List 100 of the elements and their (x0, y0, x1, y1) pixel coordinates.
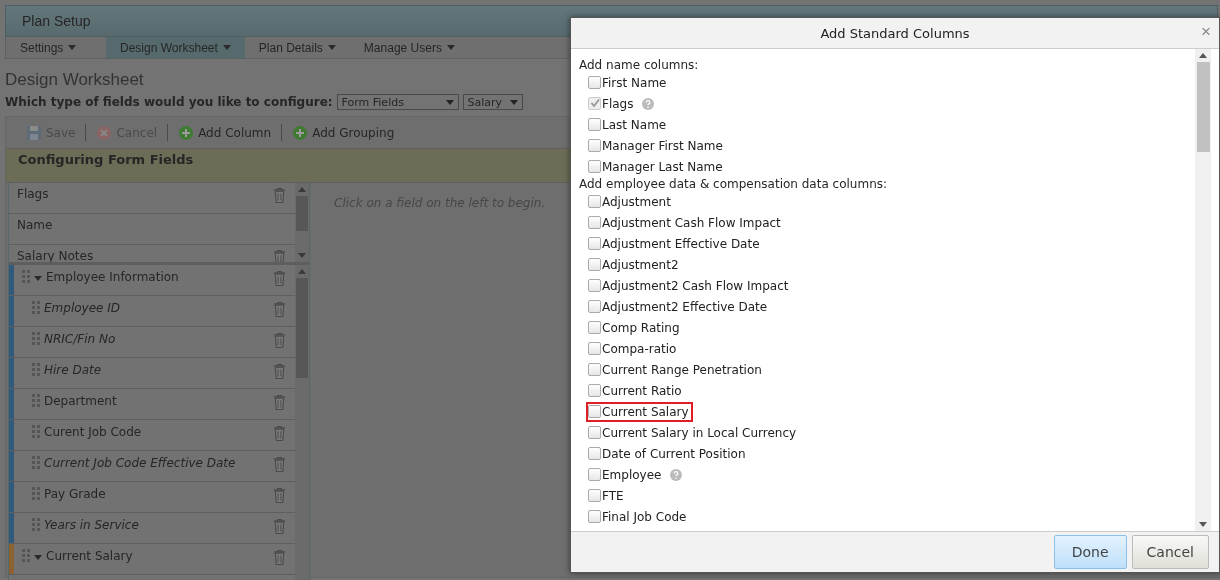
checkbox[interactable] (588, 159, 601, 173)
field-row[interactable]: Curent Job Code (9, 420, 295, 451)
drag-handle-icon[interactable] (32, 363, 40, 377)
trash-icon[interactable] (272, 270, 287, 287)
nav-menu-tab[interactable]: Design Worksheet (106, 37, 245, 58)
field-row[interactable]: Department (9, 389, 295, 420)
column-checkbox[interactable]: First Name (586, 72, 671, 93)
column-checkbox[interactable]: Last Name (586, 114, 671, 135)
field-row[interactable]: Current Job Code Effective Date (9, 451, 295, 482)
column-checkbox[interactable]: Current Salary (586, 401, 693, 422)
column-checkbox[interactable]: Compa-ratio (586, 338, 681, 359)
nav-menu-tab[interactable]: Manage Users (349, 37, 469, 58)
trash-icon[interactable] (272, 518, 287, 535)
page-title: Design Worksheet (5, 70, 144, 90)
checkbox[interactable] (588, 446, 601, 460)
scroll-up-icon[interactable] (1199, 53, 1207, 58)
checkbox[interactable] (588, 488, 601, 502)
trash-icon[interactable] (272, 394, 287, 411)
field-row[interactable]: Flags (9, 183, 295, 214)
column-checkbox[interactable]: Adjustment Cash Flow Impact (586, 212, 785, 233)
checkbox[interactable] (588, 362, 601, 376)
field-row[interactable]: Name (9, 214, 295, 245)
plan-dropdown[interactable]: Salary (462, 94, 524, 110)
toolbar-button[interactable]: Add Grouping (290, 124, 397, 141)
add-icon (292, 124, 309, 141)
save-icon (26, 124, 42, 141)
column-checkbox[interactable]: Adjustment Effective Date (586, 233, 764, 254)
toolbar-button[interactable]: Add Column (176, 124, 274, 141)
checkbox[interactable] (588, 404, 601, 418)
checkbox[interactable] (588, 509, 601, 523)
nav-menu-tab[interactable]: Settings (6, 37, 106, 58)
scrollbar-thumb[interactable] (296, 278, 308, 378)
drag-handle-icon[interactable] (22, 270, 30, 284)
column-checkbox[interactable]: Current Range Penetration (586, 359, 766, 380)
trash-icon[interactable] (272, 425, 287, 442)
trash-icon[interactable] (272, 187, 287, 204)
column-checkbox[interactable]: Adjustment2 Cash Flow Impact (586, 275, 793, 296)
nav-menu-tab[interactable]: Plan Details (244, 37, 350, 58)
field-label: Salary Notes (17, 249, 95, 262)
column-checkbox[interactable]: Current Salary in Local Currency (586, 422, 801, 443)
trash-icon[interactable] (272, 301, 287, 318)
checkbox[interactable] (588, 278, 601, 292)
field-row[interactable]: Years in Service (9, 513, 295, 544)
group-row[interactable]: Employee Information (9, 265, 295, 296)
help-icon[interactable] (670, 468, 683, 481)
checkbox[interactable] (588, 467, 601, 481)
checkbox[interactable] (588, 117, 601, 131)
column-checkbox[interactable]: Current Ratio (586, 380, 686, 401)
drag-handle-icon[interactable] (32, 425, 40, 439)
trash-icon[interactable] (272, 249, 287, 262)
checkbox[interactable] (588, 257, 601, 271)
field-row[interactable]: Employee ID (9, 296, 295, 327)
group-row[interactable]: Current Salary (9, 544, 295, 575)
trash-icon[interactable] (272, 363, 287, 380)
checkbox[interactable] (588, 299, 601, 313)
trash-icon[interactable] (272, 487, 287, 504)
drag-handle-icon[interactable] (32, 394, 40, 408)
drag-handle-icon[interactable] (32, 518, 40, 532)
drag-handle-icon[interactable] (32, 456, 40, 470)
column-checkbox[interactable]: Adjustment (586, 191, 675, 212)
checkbox[interactable] (588, 425, 601, 439)
field-row[interactable]: NRIC/Fin No (9, 327, 295, 358)
checkbox[interactable] (588, 236, 601, 250)
drag-handle-icon[interactable] (32, 301, 40, 315)
field-label: Years in Service (44, 518, 140, 532)
column-checkbox[interactable]: Adjustment2 (586, 254, 683, 275)
checkbox[interactable] (588, 215, 601, 229)
column-checkbox[interactable]: Final Job Code (586, 506, 691, 527)
checkbox[interactable] (588, 194, 601, 208)
field-row[interactable]: Pay Grade (9, 482, 295, 513)
group-label: Employee Information (46, 270, 180, 284)
dialog-button[interactable]: Done (1053, 535, 1127, 569)
drag-handle-icon[interactable] (32, 332, 40, 346)
trash-icon[interactable] (272, 549, 287, 566)
column-checkbox[interactable]: FTE (586, 485, 628, 506)
field-row[interactable]: Hire Date (9, 358, 295, 389)
trash-icon[interactable] (272, 456, 287, 473)
checkbox[interactable] (588, 320, 601, 334)
scrollbar-thumb[interactable] (1196, 62, 1210, 152)
drag-handle-icon[interactable] (32, 487, 40, 501)
trash-icon[interactable] (272, 332, 287, 349)
column-checkbox[interactable]: Date of Current Position (586, 443, 750, 464)
field-type-label: Which type of fields would you like to configure: (5, 95, 333, 109)
field-type-dropdown[interactable]: Form Fields (336, 94, 459, 110)
field-label: Employee ID (44, 301, 122, 315)
close-button[interactable]: × (1199, 23, 1213, 41)
checkbox[interactable] (588, 341, 601, 355)
column-checkbox[interactable]: Comp Rating (586, 317, 684, 338)
checkbox[interactable] (588, 75, 601, 89)
checkbox[interactable] (588, 138, 601, 152)
dialog-button[interactable]: Cancel (1131, 535, 1209, 569)
column-checkbox[interactable]: Employee (586, 464, 666, 485)
column-checkbox[interactable]: Adjustment2 Effective Date (586, 296, 772, 317)
scrollbar-thumb[interactable] (296, 196, 308, 231)
checkbox[interactable] (588, 383, 601, 397)
scrollbar[interactable] (1195, 49, 1211, 531)
drag-handle-icon[interactable] (22, 549, 30, 563)
column-checkbox[interactable]: Manager Last Name (586, 156, 727, 177)
scrollbar[interactable] (295, 183, 309, 262)
scrollbar[interactable] (295, 265, 309, 580)
